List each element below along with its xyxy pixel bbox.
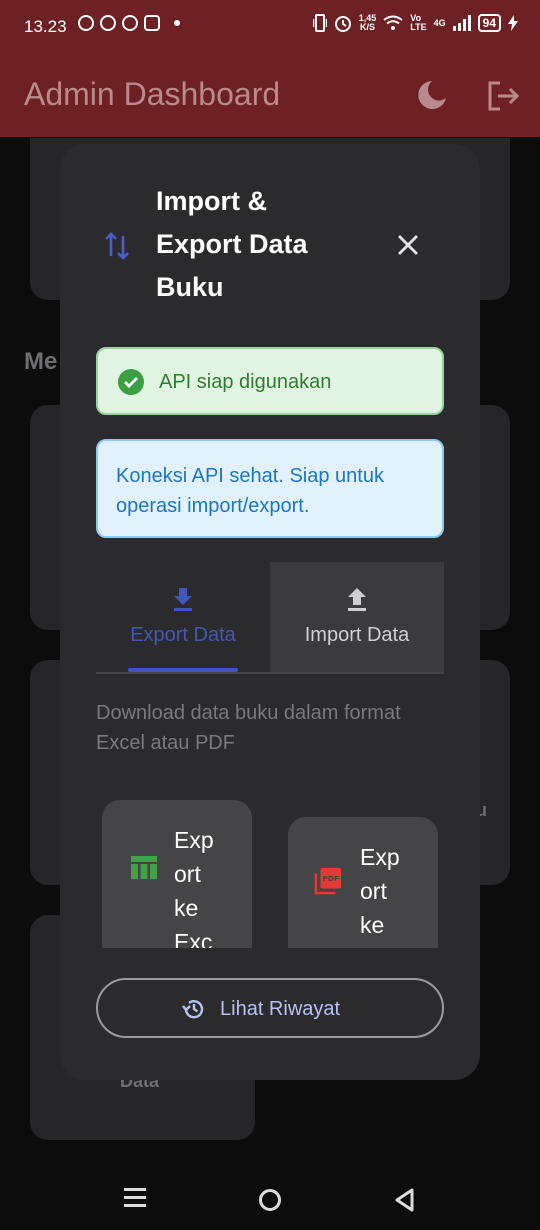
whatsapp-icon — [78, 15, 94, 31]
pdf-icon: PDF — [314, 867, 342, 895]
export-import-tabs: Export Data Import Data — [96, 562, 444, 674]
dialog-title: Import & Export Data Buku — [156, 186, 308, 302]
check-circle-icon — [118, 369, 144, 395]
app-title: Admin Dashboard — [24, 76, 281, 112]
vibrate-icon — [312, 14, 327, 32]
battery-level: 94 — [477, 14, 501, 32]
settings-icon — [122, 15, 138, 31]
download-icon — [174, 588, 192, 611]
tab-import-data[interactable]: Import Data — [270, 562, 444, 674]
status-bar: 13.23 1,45 K/S Vo LTE 4G 94 — [0, 0, 540, 56]
table-icon — [131, 856, 157, 879]
back-button[interactable] — [394, 1188, 416, 1212]
view-history-label: Lihat Riwayat — [220, 998, 341, 1020]
more-notifications-icon — [174, 20, 180, 26]
svg-text:PDF: PDF — [322, 874, 339, 883]
export-pdf-label: Export ke PDF — [360, 844, 400, 948]
charging-icon — [508, 15, 518, 31]
import-export-dialog: Import & Export Data Buku API siap digun… — [60, 144, 480, 1080]
status-right: 1,45 K/S Vo LTE 4G 94 — [312, 13, 518, 32]
wifi-icon — [383, 15, 403, 30]
alarm-icon — [334, 16, 351, 32]
tab-import-label: Import Data — [304, 624, 410, 646]
tabs-divider — [96, 672, 444, 674]
notification-icons — [78, 15, 180, 31]
swap-vertical-icon — [105, 232, 129, 260]
network-speed: 1,45 K/S — [358, 13, 377, 32]
screen: 13.23 1,45 K/S Vo LTE 4G 94 Admin Dashbo… — [0, 0, 540, 1230]
signal-icon — [452, 15, 471, 31]
upload-icon — [348, 588, 366, 611]
moon-icon[interactable] — [415, 78, 449, 112]
recent-apps-button[interactable] — [124, 1188, 146, 1208]
tab-export-data[interactable]: Export Data — [96, 562, 270, 674]
status-time: 13.23 — [24, 17, 67, 36]
view-history-button[interactable]: Lihat Riwayat — [96, 978, 444, 1038]
volte-indicator: Vo LTE — [410, 13, 427, 32]
close-icon[interactable] — [396, 233, 420, 257]
background-section-heading: Me — [24, 348, 58, 375]
messenger-icon — [100, 15, 116, 31]
export-excel-label: Export ke Excel — [174, 827, 214, 948]
tab-export-label: Export Data — [130, 624, 236, 646]
app-bar: Admin Dashboard — [0, 56, 540, 137]
export-description: Download data buku dalam format Excel at… — [96, 702, 401, 754]
network-type: 4G — [433, 17, 446, 28]
api-info-box: Koneksi API sehat. Siap untuk operasi im… — [96, 439, 444, 538]
logout-icon[interactable] — [485, 78, 521, 114]
api-status-banner: API siap digunakan — [96, 347, 444, 415]
instagram-icon — [144, 15, 160, 31]
export-pdf-button[interactable]: PDF Export ke PDF — [288, 817, 438, 948]
api-status-text: API siap digunakan — [159, 371, 332, 393]
system-nav-bar — [0, 1170, 540, 1230]
home-button[interactable] — [259, 1189, 281, 1211]
export-excel-button[interactable]: Export ke Excel — [102, 800, 252, 948]
history-icon — [182, 1000, 204, 1019]
